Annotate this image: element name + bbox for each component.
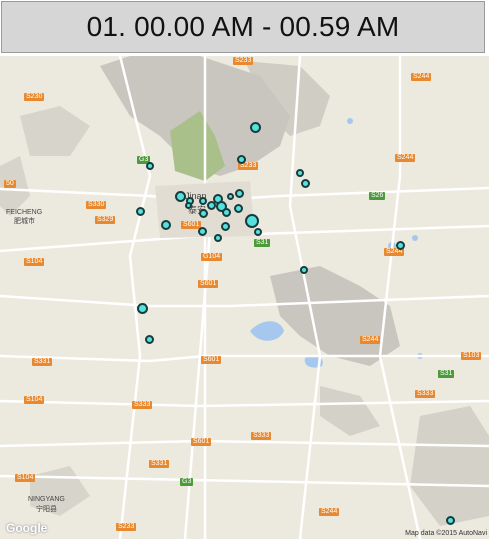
place-label: 宁阳县 (36, 506, 57, 513)
road-shield: S333 (251, 432, 272, 440)
road-shield: S601 (201, 356, 222, 364)
road-shield: S331 (149, 460, 170, 468)
road-shield: S244 (395, 154, 416, 162)
incident-marker[interactable] (245, 214, 259, 228)
incident-marker[interactable] (296, 169, 304, 177)
time-window-title: 01. 00.00 AM - 00.59 AM (86, 11, 400, 42)
incident-marker[interactable] (396, 241, 405, 250)
road-shield: S329 (95, 216, 116, 224)
incident-marker[interactable] (175, 191, 186, 202)
incident-marker[interactable] (221, 222, 230, 231)
incident-marker[interactable] (199, 197, 207, 205)
incident-marker[interactable] (250, 122, 261, 133)
road-shield: S601 (198, 280, 219, 288)
mountain-relief (0, 56, 489, 526)
google-logo: Google (6, 521, 48, 535)
incident-marker[interactable] (446, 516, 455, 525)
incident-marker[interactable] (185, 202, 192, 209)
road-shield: S601 (191, 438, 212, 446)
road-shield: S104 (15, 474, 36, 482)
incident-marker[interactable] (214, 234, 222, 242)
place-label: NINGYANG (28, 496, 65, 503)
road-shield: S244 (319, 508, 340, 516)
road-shield: 50 (4, 180, 16, 188)
road-shield: S104 (24, 258, 45, 266)
road-shield: S333 (415, 390, 436, 398)
incident-marker[interactable] (199, 209, 208, 218)
incident-marker[interactable] (300, 266, 308, 274)
road-shield: S31 (438, 370, 455, 378)
road-shield: S104 (24, 396, 45, 404)
place-label: 肥城市 (14, 218, 35, 225)
map-attribution: Map data ©2015 AutoNavi (405, 530, 487, 537)
incident-marker[interactable] (137, 303, 148, 314)
road-shield: S244 (360, 336, 381, 344)
incident-marker[interactable] (136, 207, 145, 216)
incident-marker[interactable] (198, 227, 207, 236)
terrain-layer (0, 56, 489, 539)
incident-marker[interactable] (207, 201, 216, 210)
incident-marker[interactable] (161, 220, 171, 230)
incident-marker[interactable] (227, 193, 234, 200)
road-shield: S230 (24, 93, 45, 101)
incident-marker[interactable] (234, 204, 243, 213)
road-shield: S331 (32, 358, 53, 366)
road-shield: S333 (132, 401, 153, 409)
road-shield: S330 (86, 201, 107, 209)
incident-marker[interactable] (301, 179, 310, 188)
incident-marker[interactable] (146, 162, 154, 170)
road-shield: G104 (201, 253, 223, 261)
place-label: FEICHENG (6, 209, 43, 216)
road-shield: S233 (233, 57, 254, 65)
road-shield: G3 (180, 478, 194, 486)
incident-marker[interactable] (237, 155, 246, 164)
road-shield: S103 (461, 352, 482, 360)
road-shield: S31 (254, 239, 271, 247)
road-shield: S233 (116, 523, 137, 531)
road-shield: S26 (369, 192, 386, 200)
incident-marker[interactable] (254, 228, 262, 236)
map-canvas[interactable]: S233 S230 S244 G3 S244 S233 S26 50 S330 … (0, 56, 489, 539)
incident-marker[interactable] (235, 189, 244, 198)
incident-marker[interactable] (145, 335, 154, 344)
incident-marker[interactable] (222, 208, 231, 217)
road-shield: S244 (411, 73, 432, 81)
time-window-header: 01. 00.00 AM - 00.59 AM (1, 1, 485, 53)
